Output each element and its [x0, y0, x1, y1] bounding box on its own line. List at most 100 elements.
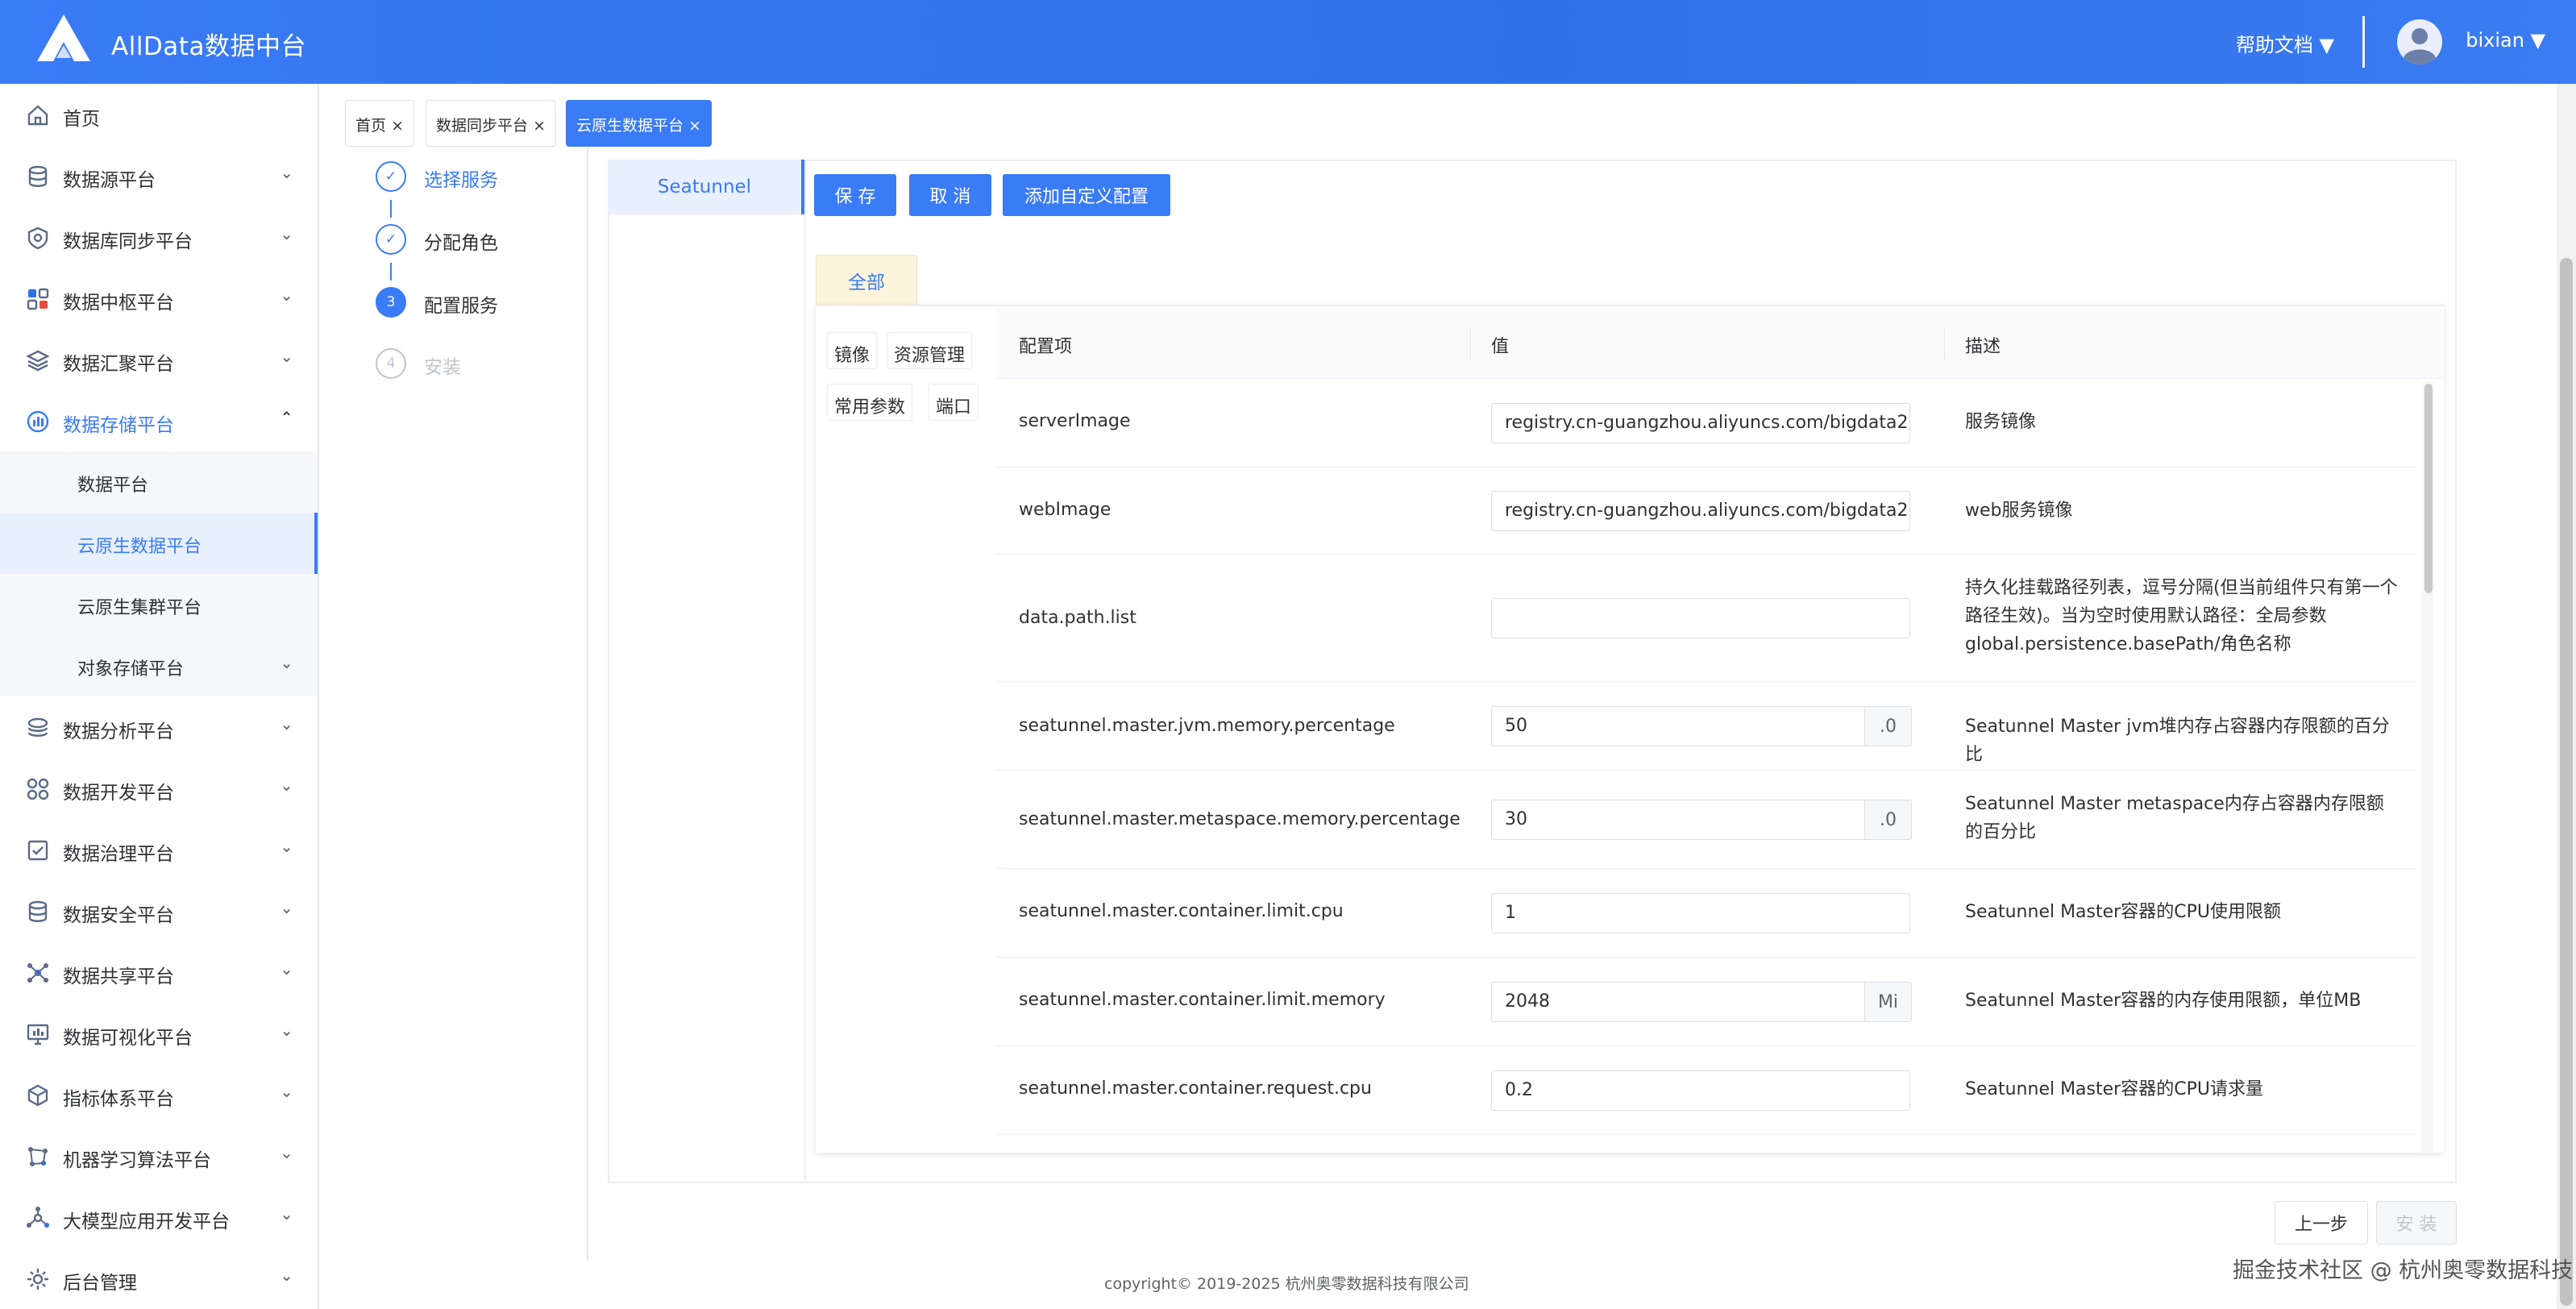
service-item-seatunnel[interactable]: Seatunnel — [608, 160, 804, 214]
chevron-down-icon: ⌄ — [280, 285, 293, 305]
close-icon[interactable]: × — [533, 117, 546, 135]
table-row: webImage registry.cn-guangzhou.aliyuncs.… — [996, 468, 2416, 555]
sidebar-item-ml[interactable]: 机器学习算法平台 ⌄ — [0, 1125, 318, 1186]
config-description: Seatunnel Master metaspace内存占容器内存限额的百分比 — [1965, 794, 2384, 842]
tab-data-sync[interactable]: 数据同步平台 × — [426, 100, 556, 147]
config-value-input[interactable]: 30 — [1491, 800, 1865, 840]
sidebar-item-governance[interactable]: 数据治理平台 ⌄ — [0, 819, 318, 880]
step-label: 安装 — [424, 357, 461, 378]
visual-icon — [26, 1022, 50, 1046]
develop-icon — [26, 777, 50, 801]
prev-step-button[interactable]: 上一步 — [2275, 1201, 2368, 1245]
sidebar-item-visualization[interactable]: 数据可视化平台 ⌄ — [0, 1003, 318, 1064]
table-row: seatunnel.master.jvm.memory.percentage 5… — [996, 682, 2416, 771]
sidebar-item-hub[interactable]: 数据中枢平台 ⌄ — [0, 268, 318, 329]
copyright-footer: copyright© 2019-2025 杭州奥零数据科技有限公司 — [1104, 1275, 1469, 1293]
config-value-input[interactable]: registry.cn-guangzhou.aliyuncs.com/bigda… — [1491, 491, 1910, 531]
sidebar-item-home[interactable]: 首页 — [0, 84, 318, 145]
close-icon[interactable]: × — [688, 117, 701, 135]
share-icon — [26, 961, 50, 985]
subtab-resource[interactable]: 资源管理 — [887, 332, 973, 369]
chevron-down-icon: ⌄ — [280, 653, 293, 672]
sidebar-item-metrics[interactable]: 指标体系平台 ⌄ — [0, 1064, 318, 1125]
step-label: 配置服务 — [424, 296, 498, 317]
table-row: data.path.list 持久化挂载路径列表，逗号分隔(但当前组件只有第一个… — [996, 555, 2416, 682]
add-custom-config-button[interactable]: 添加自定义配置 — [1003, 174, 1170, 216]
avatar[interactable] — [2397, 19, 2442, 64]
config-key: seatunnel.master.container.limit.memory — [1019, 990, 1386, 1010]
chevron-down-icon: ⌄ — [280, 224, 293, 243]
sidebar-item-label: 后台管理 — [63, 1273, 137, 1294]
sidebar-item-security[interactable]: 数据安全平台 ⌄ — [0, 880, 318, 941]
tab-label: 首页 — [355, 117, 387, 135]
submenu-item-data-platform[interactable]: 数据平台 — [0, 451, 318, 513]
sidebar-item-label: 指标体系平台 — [63, 1089, 174, 1110]
config-value-input[interactable]: 50 — [1491, 706, 1865, 746]
config-value-input[interactable]: registry.cn-guangzhou.aliyuncs.com/bigda… — [1491, 403, 1910, 443]
chevron-down-icon: ⌄ — [280, 775, 293, 795]
sidebar-item-aggregation[interactable]: 数据汇聚平台 ⌄ — [0, 329, 318, 390]
metric-icon — [26, 1083, 50, 1107]
tab-home[interactable]: 首页 × — [345, 100, 414, 147]
table-scrollbar-thumb[interactable] — [2424, 384, 2433, 593]
config-value-input[interactable]: 0.2 — [1491, 1070, 1910, 1111]
sidebar-item-label: 数据源平台 — [63, 170, 156, 191]
sidebar-item-label: 数据可视化平台 — [63, 1028, 193, 1049]
config-key: seatunnel.master.jvm.memory.percentage — [1019, 716, 1395, 736]
chevron-down-icon: ⌄ — [280, 1082, 293, 1101]
sidebar-item-datasource[interactable]: 数据源平台 ⌄ — [0, 145, 318, 206]
sidebar-item-develop[interactable]: 数据开发平台 ⌄ — [0, 758, 318, 819]
sidebar-item-share[interactable]: 数据共享平台 ⌄ — [0, 941, 318, 1003]
config-key: seatunnel.master.container.limit.cpu — [1019, 901, 1344, 921]
submenu-item-label: 云原生集群平台 — [77, 598, 202, 618]
config-key: webImage — [1019, 500, 1111, 520]
sidebar-item-label: 机器学习算法平台 — [63, 1150, 211, 1171]
sidebar-item-label: 数据中枢平台 — [63, 293, 174, 314]
table-row: seatunnel.master.container.request.cpu 0… — [996, 1046, 2416, 1135]
chevron-down-icon: ⌄ — [280, 1265, 293, 1285]
subtab-port[interactable]: 端口 — [929, 384, 979, 421]
watermark: 掘金技术社区 @ 杭州奥零数据科技 — [2233, 1258, 2574, 1283]
submenu-item-cloud-native-data[interactable]: 云原生数据平台 — [0, 513, 318, 574]
page-scrollbar-thumb[interactable] — [2560, 258, 2573, 1306]
config-key: data.path.list — [1019, 608, 1136, 628]
sidebar-item-storage[interactable]: 数据存储平台 ⌃ — [0, 390, 318, 451]
chevron-down-icon: ⌄ — [280, 1020, 293, 1040]
config-key: seatunnel.master.metaspace.memory.percen… — [1019, 809, 1460, 829]
install-button[interactable]: 安 装 — [2376, 1201, 2457, 1245]
hub-icon — [26, 287, 50, 311]
config-value-input[interactable] — [1491, 598, 1910, 638]
cancel-button[interactable]: 取 消 — [909, 174, 991, 216]
alldata-logo-icon[interactable] — [35, 13, 92, 63]
llm-icon — [26, 1206, 50, 1230]
sidebar-item-label: 数据存储平台 — [63, 415, 174, 436]
submenu-item-label: 对象存储平台 — [77, 659, 185, 679]
layers-icon — [26, 348, 50, 372]
sidebar-item-llm[interactable]: 大模型应用开发平台 ⌄ — [0, 1186, 318, 1248]
user-menu[interactable]: bixian ▼ — [2466, 29, 2545, 52]
subtab-image[interactable]: 镜像 — [827, 332, 878, 369]
submenu-item-cloud-native-cluster[interactable]: 云原生集群平台 — [0, 574, 318, 635]
config-description: Seatunnel Master jvm堆内存占容器内存限额的百分比 — [1965, 717, 2390, 765]
subtab-common-params[interactable]: 常用参数 — [827, 384, 913, 421]
save-button[interactable]: 保 存 — [814, 174, 896, 216]
help-docs-dropdown[interactable]: 帮助文档 ▼ — [2236, 29, 2334, 57]
table-row: seatunnel.master.container.limit.memory … — [996, 958, 2416, 1046]
security-icon — [26, 900, 50, 924]
sidebar-item-analysis[interactable]: 数据分析平台 ⌄ — [0, 696, 318, 758]
install-steps: ✓ 选择服务 ✓ 分配角色 3 配置服务 4 安装 — [319, 148, 588, 1261]
sidebar-item-db-sync[interactable]: 数据库同步平台 ⌄ — [0, 206, 318, 268]
config-description: 持久化挂载路径列表，逗号分隔(但当前组件只有第一个路径生效)。当为空时使用默认路… — [1965, 578, 2398, 654]
submenu-item-object-storage[interactable]: 对象存储平台 ⌄ — [0, 635, 318, 696]
config-value-input[interactable]: 1 — [1491, 893, 1910, 933]
unit-suffix: Mi — [1865, 982, 1912, 1022]
tab-cloud-native-data[interactable]: 云原生数据平台 × — [566, 100, 712, 147]
close-icon[interactable]: × — [391, 117, 404, 135]
category-tab-all[interactable]: 全部 — [816, 255, 917, 305]
config-value-input[interactable]: 2048 — [1491, 982, 1865, 1022]
column-divider — [1470, 327, 1471, 359]
step-number: 4 — [376, 348, 406, 379]
sidebar-item-admin[interactable]: 后台管理 ⌄ — [0, 1248, 318, 1309]
tab-label: 云原生数据平台 — [576, 117, 684, 135]
column-divider — [1944, 327, 1945, 359]
